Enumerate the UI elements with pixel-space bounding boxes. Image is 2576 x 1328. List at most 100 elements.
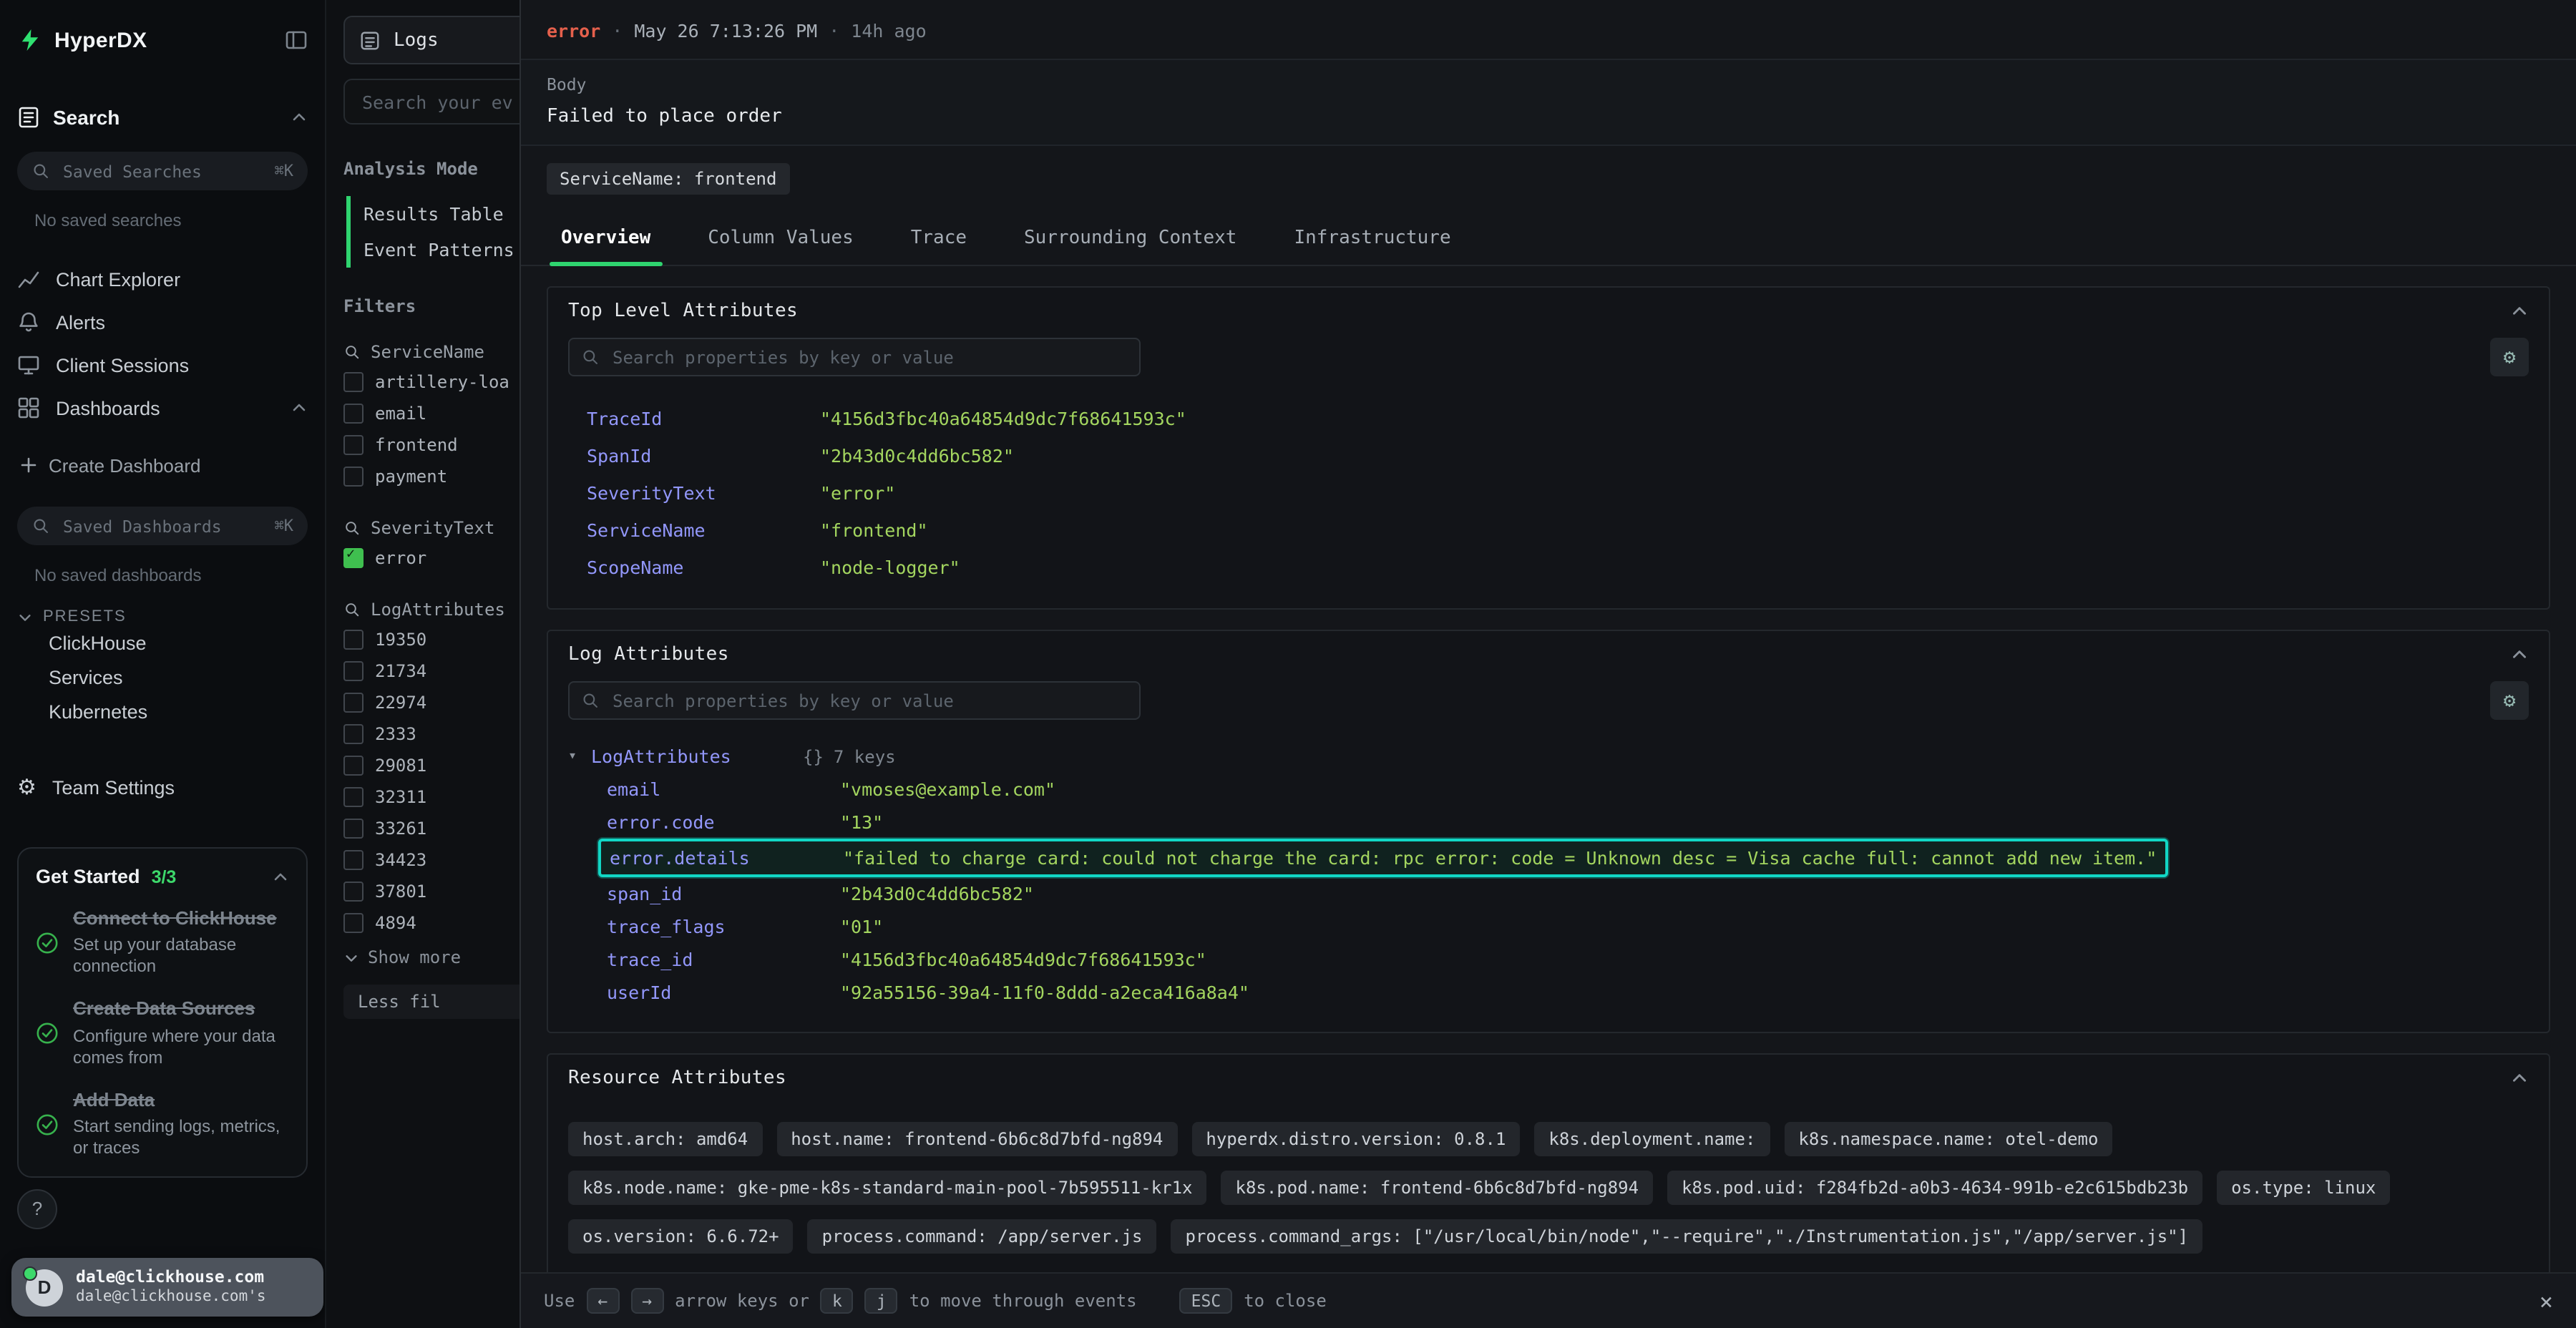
get-started-item[interactable]: Connect to ClickHouse Set up your databa…	[36, 907, 289, 978]
checkbox-icon[interactable]	[343, 756, 364, 776]
filter-option[interactable]: 4894	[343, 907, 519, 939]
chevron-up-icon[interactable]	[2510, 302, 2529, 321]
filter-group-severitytext[interactable]: SeverityText	[343, 514, 519, 542]
filter-option[interactable]: 33261	[343, 813, 519, 844]
resource-attribute-pill[interactable]: os.type: linux	[2217, 1171, 2390, 1205]
sidebar-item-alerts[interactable]: Alerts	[17, 301, 308, 343]
expander-icon[interactable]: ▾	[568, 748, 585, 764]
attribute-value[interactable]: "92a55156-39a4-11f0-8ddd-a2eca416a8a4"	[840, 982, 1249, 1003]
attribute-value[interactable]: "error"	[820, 482, 895, 503]
chevron-up-icon[interactable]	[2510, 1069, 2529, 1088]
checkbox-checked-icon[interactable]	[343, 548, 364, 568]
checkbox-icon[interactable]	[343, 913, 364, 933]
filter-option[interactable]: 32311	[343, 781, 519, 813]
attribute-value[interactable]: "failed to charge card: could not charge…	[843, 847, 2157, 869]
attribute-key[interactable]: error.details	[610, 847, 843, 869]
checkbox-icon[interactable]	[343, 435, 364, 455]
attribute-key[interactable]: trace_id	[607, 949, 840, 970]
resource-attribute-pill[interactable]: process.command: /app/server.js	[808, 1219, 1157, 1254]
section-header[interactable]: Top Level Attributes	[548, 288, 2549, 335]
tab-infrastructure[interactable]: Infrastructure	[1265, 215, 1479, 265]
filter-option[interactable]: 21734	[343, 655, 519, 687]
presets-toggle[interactable]: PRESETS	[17, 608, 308, 625]
resource-attribute-pill[interactable]: k8s.deployment.name:	[1534, 1122, 1770, 1156]
filter-option[interactable]: error	[343, 542, 519, 574]
attribute-key[interactable]: error.code	[607, 811, 840, 833]
collapse-sidebar-icon[interactable]	[285, 29, 308, 52]
tree-root-row[interactable]: ▾ LogAttributes {}7 keys	[568, 740, 2529, 773]
checkbox-icon[interactable]	[343, 661, 364, 681]
saved-dashboards-field[interactable]	[60, 514, 265, 537]
sidebar-item-team-settings[interactable]: ⚙ Team Settings	[17, 766, 308, 809]
sidebar-item-dashboards[interactable]: Dashboards	[17, 386, 308, 429]
user-menu[interactable]: D dale@clickhouse.com dale@clickhouse.co…	[11, 1259, 323, 1317]
show-more-button[interactable]: Show more	[343, 942, 519, 973]
attribute-key[interactable]: ScopeName	[587, 556, 820, 577]
saved-searches-field[interactable]	[60, 160, 265, 182]
checkbox-icon[interactable]	[343, 404, 364, 424]
attribute-value[interactable]: "vmoses@example.com"	[840, 778, 1055, 800]
checkbox-icon[interactable]	[343, 693, 364, 713]
section-header[interactable]: Resource Attributes	[548, 1055, 2549, 1102]
attribute-value[interactable]: "4156d3fbc40a64854d9dc7f68641593c"	[840, 949, 1206, 970]
filter-group-logattributes[interactable]: LogAttributes	[343, 595, 519, 624]
checkbox-icon[interactable]	[343, 467, 364, 487]
tree-root-key[interactable]: LogAttributes	[591, 746, 803, 767]
help-button[interactable]: ?	[17, 1189, 57, 1229]
resource-attribute-pill[interactable]: k8s.node.name: gke-pme-k8s-standard-main…	[568, 1171, 1207, 1205]
property-search-field[interactable]	[610, 689, 1128, 712]
checkbox-icon[interactable]	[343, 630, 364, 650]
attribute-key[interactable]: span_id	[607, 883, 840, 904]
settings-gear-button[interactable]: ⚙	[2490, 681, 2529, 720]
attribute-key[interactable]: ServiceName	[587, 519, 820, 540]
resource-attribute-pill[interactable]: process.command_args: ["/usr/local/bin/n…	[1171, 1219, 2203, 1254]
attribute-key[interactable]: trace_flags	[607, 916, 840, 937]
filter-option[interactable]: 34423	[343, 844, 519, 876]
saved-dashboards-input[interactable]: ⌘K	[17, 507, 308, 545]
create-dashboard-button[interactable]: Create Dashboard	[17, 446, 308, 484]
resource-attribute-pill[interactable]: os.version: 6.6.72+	[568, 1219, 794, 1254]
sidebar-item-kubernetes[interactable]: Kubernetes	[17, 694, 308, 728]
tab-column-values[interactable]: Column Values	[679, 215, 882, 265]
chevron-up-icon[interactable]	[291, 399, 308, 416]
resource-attribute-pill[interactable]: host.name: frontend-6b6c8d7bfd-ng894	[776, 1122, 1177, 1156]
attribute-value[interactable]: "2b43d0c4dd6bc582"	[820, 444, 1014, 466]
event-search-field[interactable]	[359, 89, 519, 114]
attribute-key[interactable]: SpanId	[587, 444, 820, 466]
tab-trace[interactable]: Trace	[882, 215, 995, 265]
attribute-key[interactable]: TraceId	[587, 407, 820, 429]
filter-option[interactable]: 22974	[343, 687, 519, 718]
chevron-up-icon[interactable]	[291, 109, 308, 126]
tab-overview[interactable]: Overview	[532, 215, 679, 265]
chevron-up-icon[interactable]	[272, 868, 289, 885]
sidebar-section-search[interactable]: Search	[17, 106, 308, 129]
checkbox-icon[interactable]	[343, 724, 364, 744]
tab-surrounding-context[interactable]: Surrounding Context	[995, 215, 1265, 265]
source-selector[interactable]: Logs	[343, 16, 519, 64]
attribute-value[interactable]: "4156d3fbc40a64854d9dc7f68641593c"	[820, 407, 1186, 429]
attribute-value[interactable]: "node-logger"	[820, 556, 960, 577]
attribute-value[interactable]: "13"	[840, 811, 883, 833]
attribute-key[interactable]: userId	[607, 982, 840, 1003]
checkbox-icon[interactable]	[343, 882, 364, 902]
saved-searches-input[interactable]: ⌘K	[17, 152, 308, 190]
event-search-input[interactable]	[343, 79, 519, 125]
resource-attribute-pill[interactable]: host.arch: amd64	[568, 1122, 762, 1156]
filter-option[interactable]: email	[343, 398, 519, 429]
resource-attribute-pill[interactable]: k8s.pod.uid: f284fb2d-a0b3-4634-991b-e2c…	[1667, 1171, 2202, 1205]
checkbox-icon[interactable]	[343, 372, 364, 392]
analysis-mode-results-table[interactable]: Results Table	[351, 196, 519, 232]
get-started-item[interactable]: Add Data Start sending logs, metrics, or…	[36, 1088, 289, 1159]
resource-attribute-pill[interactable]: k8s.pod.name: frontend-6b6c8d7bfd-ng894	[1221, 1171, 1654, 1205]
sidebar-item-client-sessions[interactable]: Client Sessions	[17, 343, 308, 386]
filter-option[interactable]: frontend	[343, 429, 519, 461]
filter-option[interactable]: 29081	[343, 750, 519, 781]
filter-option[interactable]: 19350	[343, 624, 519, 655]
filter-group-servicename[interactable]: ServiceName	[343, 338, 519, 366]
sidebar-item-services[interactable]: Services	[17, 660, 308, 694]
attribute-key[interactable]: SeverityText	[587, 482, 820, 503]
chevron-up-icon[interactable]	[2510, 645, 2529, 664]
sidebar-item-clickhouse[interactable]: ClickHouse	[17, 625, 308, 660]
property-search-input[interactable]	[568, 338, 1141, 376]
resource-attribute-pill[interactable]: k8s.namespace.name: otel-demo	[1784, 1122, 2112, 1156]
